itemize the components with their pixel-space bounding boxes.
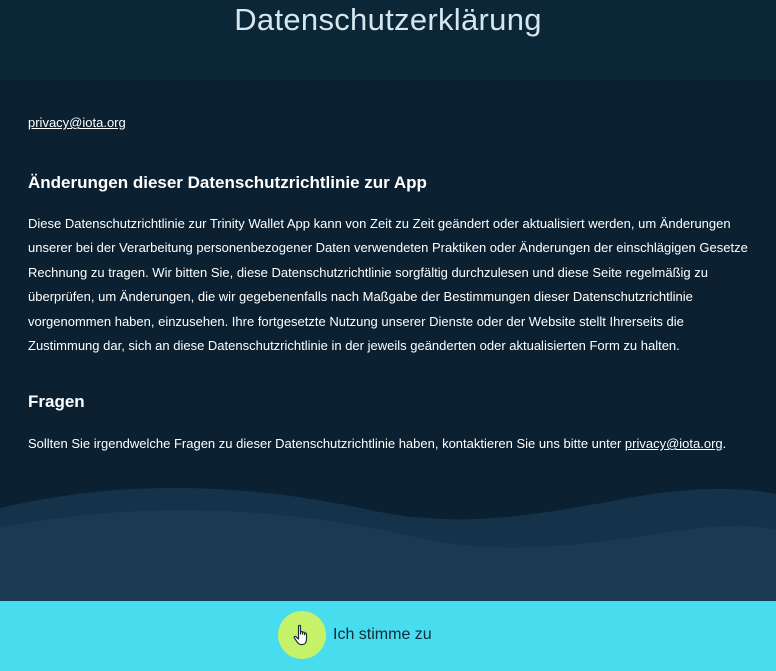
questions-email-link[interactable]: privacy@iota.org [625,436,723,451]
agree-label: Ich stimme zu [333,626,432,643]
questions-text-end: . [722,436,727,451]
changes-paragraph: Diese Datenschutzrichtlinie zur Trinity … [28,216,748,354]
wave-decoration [0,487,776,601]
page-title: Datenschutzerklärung [234,2,542,37]
contact-email-link[interactable]: privacy@iota.org [28,115,126,130]
questions-heading: Fragen [28,392,85,411]
questions-text: Sollten Sie irgendwelche Fragen zu diese… [28,436,625,451]
header: Datenschutzerklärung [0,0,776,80]
agree-circle[interactable] [278,611,326,659]
hand-pointer-icon [293,624,308,646]
privacy-policy-screen: Datenschutzerklärung privacy@iota.org Än… [0,0,776,671]
footer-bar: Ich stimme zu [0,601,776,671]
changes-heading: Änderungen dieser Datenschutzrichtlinie … [28,173,427,192]
questions-paragraph: Sollten Sie irgendwelche Fragen zu diese… [28,432,758,456]
agree-button[interactable]: Ich stimme zu [278,610,432,660]
policy-text: privacy@iota.org Änderungen dieser Daten… [28,114,758,451]
